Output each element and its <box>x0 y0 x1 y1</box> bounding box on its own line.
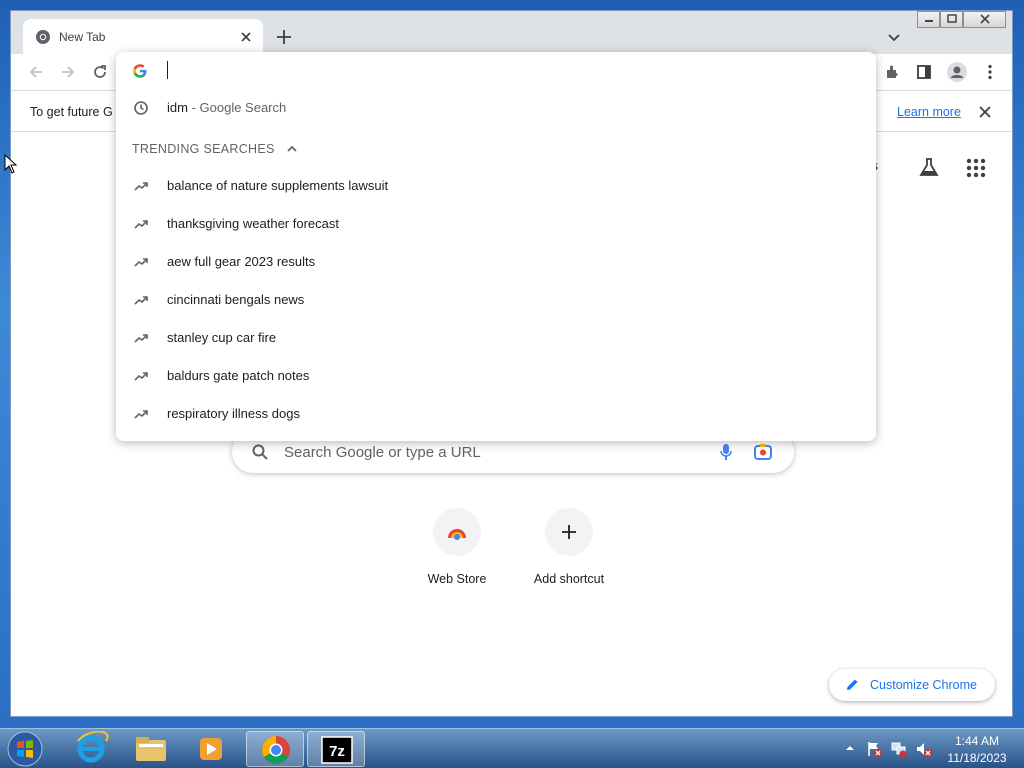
windows-start-button[interactable] <box>6 730 44 768</box>
trending-arrow-icon <box>133 178 149 194</box>
trending-item[interactable]: cincinnati bengals news <box>116 281 876 319</box>
trending-item[interactable]: balance of nature supplements lawsuit <box>116 167 876 205</box>
search-icon <box>251 443 269 461</box>
maximize-button[interactable] <box>940 11 963 28</box>
info-bar-text: To get future G <box>30 105 113 119</box>
trending-arrow-icon <box>133 330 149 346</box>
shortcut-web-store[interactable]: Web Store <box>407 508 507 598</box>
google-lens-icon[interactable] <box>753 442 773 462</box>
trending-item[interactable]: aew full gear 2023 results <box>116 243 876 281</box>
trending-arrow-icon <box>133 406 149 422</box>
trending-arrow-icon <box>133 254 149 270</box>
tray-expand-icon[interactable] <box>845 743 855 753</box>
minimize-button[interactable] <box>917 11 940 28</box>
trending-text: thanksgiving weather forecast <box>167 216 339 231</box>
tab-title: New Tab <box>59 30 106 44</box>
trending-arrow-icon <box>133 292 149 308</box>
suggestion-history-idm[interactable]: idm - Google Search <box>116 89 876 127</box>
trending-text: balance of nature supplements lawsuit <box>167 178 389 193</box>
tab-new-tab[interactable]: New Tab <box>23 19 263 54</box>
omnibox-dropdown: idm - Google Search TRENDING SEARCHES ba… <box>116 52 876 441</box>
google-g-icon <box>132 63 148 79</box>
customize-chrome-label: Customize Chrome <box>870 678 977 692</box>
trending-searches-header: TRENDING SEARCHES <box>132 142 275 156</box>
trending-text: cincinnati bengals news <box>167 292 305 307</box>
shortcut-add[interactable]: Add shortcut <box>519 508 619 598</box>
reload-icon[interactable] <box>91 63 109 81</box>
tray-clock-time[interactable]: 1:44 AM <box>945 734 1009 748</box>
forward-arrow-icon[interactable] <box>59 63 77 81</box>
info-bar-close-icon[interactable] <box>977 104 993 120</box>
taskbar-file-explorer[interactable] <box>122 731 180 767</box>
text-cursor <box>167 61 168 79</box>
customize-chrome-button[interactable]: Customize Chrome <box>829 669 995 701</box>
google-apps-icon[interactable] <box>965 157 987 179</box>
trending-text: stanley cup car fire <box>167 330 277 345</box>
shortcut-label: Web Store <box>427 572 487 586</box>
trending-arrow-icon <box>133 216 149 232</box>
suggestion-text: idm - Google Search <box>167 100 287 115</box>
side-panel-icon[interactable] <box>915 63 933 81</box>
profile-avatar-icon[interactable] <box>946 61 968 83</box>
tab-search-chevron-icon[interactable] <box>885 28 903 46</box>
back-arrow-icon[interactable] <box>27 63 45 81</box>
plus-icon <box>545 508 593 556</box>
tray-volume-muted-icon[interactable] <box>915 740 933 758</box>
taskbar-internet-explorer[interactable] <box>62 731 120 767</box>
trending-text: respiratory illness dogs <box>167 406 300 421</box>
taskbar: 7z 1:44 AM 11/18/2023 <box>0 728 1024 768</box>
trending-item[interactable]: baldurs gate patch notes <box>116 357 876 395</box>
svg-text:7z: 7z <box>329 743 345 760</box>
learn-more-link[interactable]: Learn more <box>897 105 961 119</box>
tab-close-icon[interactable] <box>237 28 255 46</box>
trending-arrow-icon <box>133 368 149 384</box>
shortcut-label: Add shortcut <box>533 572 605 586</box>
menu-dots-icon[interactable] <box>981 63 999 81</box>
tray-network-icon[interactable] <box>890 740 908 758</box>
tray-action-center-icon[interactable] <box>865 740 883 758</box>
chrome-favicon-icon <box>35 29 51 45</box>
taskbar-media-player[interactable] <box>182 731 240 767</box>
taskbar-chrome[interactable] <box>246 731 304 767</box>
web-store-icon <box>433 508 481 556</box>
omnibox-input-row[interactable] <box>116 52 876 90</box>
tray-clock-date[interactable]: 11/18/2023 <box>945 751 1009 765</box>
extensions-icon[interactable] <box>883 63 901 81</box>
trending-item[interactable]: respiratory illness dogs <box>116 395 876 433</box>
labs-flask-icon[interactable] <box>918 156 940 178</box>
history-clock-icon <box>133 100 149 116</box>
new-tab-button[interactable] <box>273 26 295 48</box>
search-placeholder: Search Google or type a URL <box>284 444 481 461</box>
pencil-icon <box>845 678 859 692</box>
close-window-button[interactable] <box>963 11 1006 28</box>
tab-strip: New Tab <box>11 11 1012 54</box>
chevron-up-icon[interactable] <box>285 142 299 156</box>
trending-text: aew full gear 2023 results <box>167 254 316 269</box>
microphone-icon[interactable] <box>719 443 733 461</box>
taskbar-7zip[interactable]: 7z <box>307 731 365 767</box>
trending-item[interactable]: stanley cup car fire <box>116 319 876 357</box>
trending-text: baldurs gate patch notes <box>167 368 310 383</box>
trending-item[interactable]: thanksgiving weather forecast <box>116 205 876 243</box>
mouse-cursor-icon <box>4 154 18 174</box>
